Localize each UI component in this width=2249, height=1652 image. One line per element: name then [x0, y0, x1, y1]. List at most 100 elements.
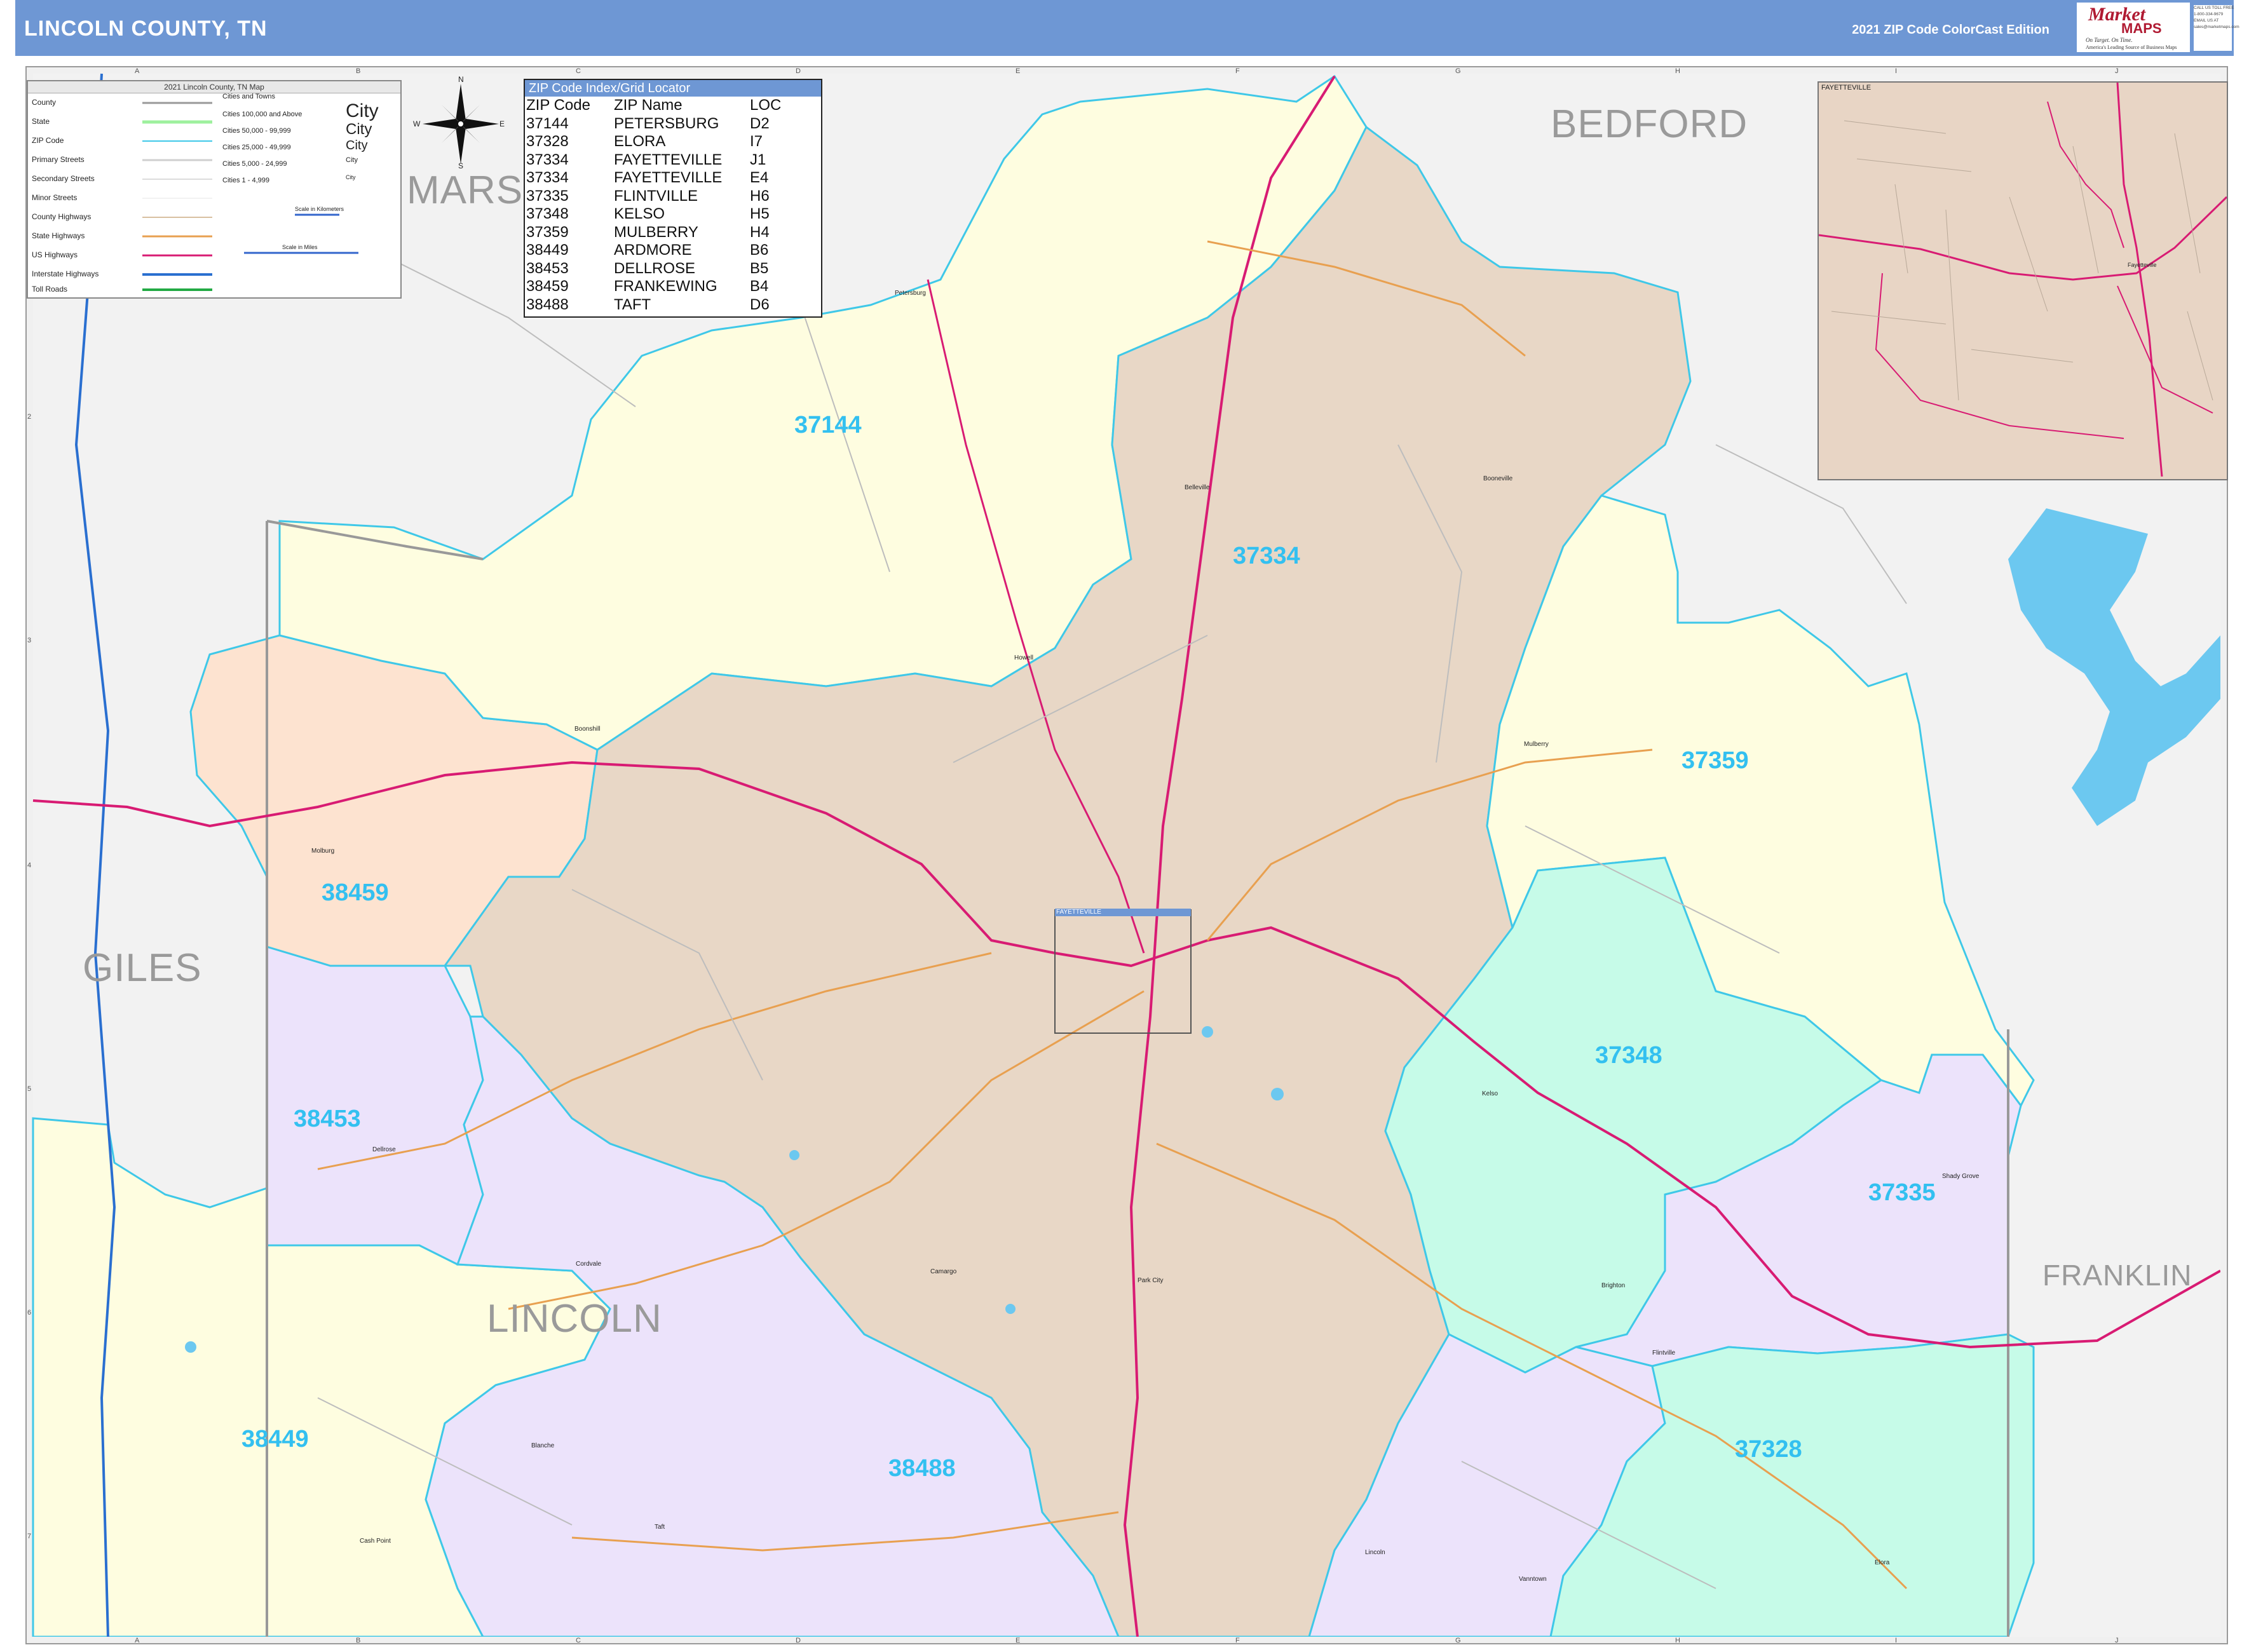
pond — [1271, 1088, 1284, 1100]
pond — [789, 1150, 799, 1160]
place-lincoln[interactable]: Lincoln — [1365, 1549, 1385, 1556]
zip-index-title: ZIP Code Index/Grid Locator — [525, 80, 821, 97]
zip-name-cell: FLINTVILLE — [614, 187, 698, 205]
brand-tagline: On Target. On Time. — [2086, 37, 2133, 43]
place-cordvale[interactable]: Cordvale — [576, 1261, 601, 1268]
zip-index-table: ZIP Code ZIP Name LOC 37144 PETERSBURG D2 … — [526, 97, 781, 314]
place-belleville[interactable]: Belleville — [1185, 484, 1209, 491]
place-shady-grove[interactable]: Shady Grove — [1942, 1173, 1979, 1180]
table-row[interactable]: 38459 FRANKEWING B4 — [526, 278, 781, 296]
zip-name-cell: FAYETTEVILLE — [614, 151, 723, 168]
place-kelso[interactable]: Kelso — [1482, 1090, 1498, 1097]
contact-line: EMAIL US AT — [2194, 18, 2219, 23]
place-booneville[interactable]: Booneville — [1483, 475, 1512, 482]
compass-s: S — [458, 161, 464, 170]
zip-cell: 38453 — [526, 259, 569, 277]
grid-col-d-bottom: D — [796, 1637, 801, 1644]
zip-label-38449: 38449 — [241, 1426, 309, 1452]
table-row[interactable]: 38488 TAFT D6 — [526, 296, 781, 315]
place-camargo[interactable]: Camargo — [930, 1268, 956, 1275]
legend-city-sample-2: City — [346, 121, 372, 138]
zip-label-37335: 37335 — [1868, 1179, 1936, 1206]
pond — [185, 1341, 196, 1353]
compass-n: N — [458, 75, 464, 84]
map-title: LINCOLN COUNTY, TN — [24, 17, 268, 41]
zip-label-38488: 38488 — [888, 1455, 956, 1482]
pond — [1202, 1026, 1213, 1038]
header-bar: LINCOLN COUNTY, TN 2021 ZIP Code ColorCa… — [15, 0, 2234, 58]
inset-place-fayetteville[interactable]: Fayetteville — [2128, 262, 2157, 268]
place-brighton[interactable]: Brighton — [1601, 1282, 1625, 1289]
place-howell[interactable]: Howell — [1014, 654, 1033, 661]
fayetteville-locator-label: FAYETTEVILLE — [1055, 909, 1191, 916]
legend-city-tier-3: Cities 25,000 - 49,999 — [222, 144, 291, 151]
place-boonshill[interactable]: Boonshill — [574, 726, 601, 733]
legend-city-tier-4: Cities 5,000 - 24,999 — [222, 160, 287, 168]
grid-col-i-bottom: I — [1895, 1637, 1898, 1644]
zip-cell: 37335 — [526, 187, 569, 205]
zip-loc-cell: E4 — [750, 169, 769, 186]
table-row[interactable]: 37144 PETERSBURG D2 — [526, 115, 781, 133]
place-park-city[interactable]: Park City — [1138, 1277, 1164, 1284]
place-cash-point[interactable]: Cash Point — [360, 1538, 391, 1545]
grid-col-b-bottom: B — [356, 1637, 361, 1644]
zip-name-cell: FAYETTEVILLE — [614, 169, 723, 186]
contact-line: 1-800-334-9679 — [2194, 12, 2224, 17]
table-row[interactable]: 37359 MULBERRY H4 — [526, 224, 781, 242]
map-legend: 2021 Lincoln County, TN Map County State… — [27, 80, 402, 299]
grid-col-e-bottom: E — [1016, 1637, 1021, 1644]
legend-city-sample-4: City — [346, 156, 358, 164]
zip-loc-cell: B5 — [750, 259, 769, 277]
inset-roads — [1819, 83, 2227, 477]
zip-loc-cell: H4 — [750, 223, 770, 241]
zip-label-38453: 38453 — [294, 1106, 361, 1132]
legend-scale-km: Scale in Kilometers — [295, 206, 344, 212]
zip-label-37359: 37359 — [1682, 747, 1749, 774]
grid-col-f-bottom: F — [1235, 1637, 1240, 1644]
place-petersburg[interactable]: Petersburg — [895, 290, 926, 297]
place-elora[interactable]: Elora — [1875, 1559, 1889, 1566]
county-label-giles: GILES — [83, 946, 202, 990]
place-mulberry[interactable]: Mulberry — [1524, 741, 1549, 748]
zip-index-col-loc: LOC — [750, 97, 782, 114]
place-blanche[interactable]: Blanche — [531, 1442, 554, 1449]
grid-col-c-bottom: C — [576, 1637, 581, 1644]
zip-cell: 38449 — [526, 241, 569, 259]
table-row[interactable]: 37335 FLINTVILLE H6 — [526, 187, 781, 206]
table-row[interactable]: 37334 FAYETTEVILLE J1 — [526, 151, 781, 170]
place-dellrose[interactable]: Dellrose — [372, 1146, 396, 1153]
zip-name-cell: ARDMORE — [614, 241, 692, 259]
zip-cell: 37334 — [526, 151, 569, 168]
legend-city-sample-1: City — [346, 100, 379, 121]
fayetteville-inset-map[interactable]: FAYETTEVILLE Fayetteville — [1818, 81, 2228, 480]
zip-loc-cell: D6 — [750, 295, 770, 313]
legend-swatches — [142, 102, 358, 291]
legend-city-tier-1: Cities 100,000 and Above — [222, 111, 302, 118]
table-row[interactable]: 37328 ELORA I7 — [526, 133, 781, 151]
grid-col-h-bottom: H — [1675, 1637, 1680, 1644]
zip-loc-cell: J1 — [750, 151, 766, 168]
zip-loc-cell: B6 — [750, 241, 769, 259]
table-row[interactable]: 38453 DELLROSE B5 — [526, 260, 781, 278]
table-row[interactable]: 38449 ARDMORE B6 — [526, 241, 781, 260]
zip-cell: 37144 — [526, 114, 569, 132]
table-row[interactable]: 37334 FAYETTEVILLE E4 — [526, 169, 781, 187]
brand-maps-text: MAPS — [2121, 20, 2162, 36]
compass-rose — [423, 84, 499, 164]
place-taft[interactable]: Taft — [655, 1524, 665, 1531]
place-flintville[interactable]: Flintville — [1652, 1350, 1675, 1357]
place-vanntown[interactable]: Vanntown — [1519, 1576, 1547, 1583]
legend-city-sample-5: City — [346, 174, 356, 180]
zip-code-index: ZIP Code Index/Grid Locator ZIP Code ZIP… — [524, 79, 822, 318]
zip-label-38459: 38459 — [322, 879, 389, 906]
place-molburg[interactable]: Molburg — [311, 848, 334, 855]
zip-name-cell: FRANKEWING — [614, 278, 717, 295]
brand-logo[interactable]: Market MAPS On Target. On Time. America'… — [2077, 3, 2190, 52]
legend-scale-mi: Scale in Miles — [282, 244, 318, 250]
zip-name-cell: ELORA — [614, 133, 666, 150]
legend-cities-header: Cities and Towns — [222, 93, 275, 100]
legend-city-tier-5: Cities 1 - 4,999 — [222, 177, 269, 184]
table-row[interactable]: 37348 KELSO H5 — [526, 205, 781, 224]
edition-label: 2021 ZIP Code ColorCast Edition — [1852, 23, 2049, 37]
compass-w: W — [413, 119, 421, 128]
